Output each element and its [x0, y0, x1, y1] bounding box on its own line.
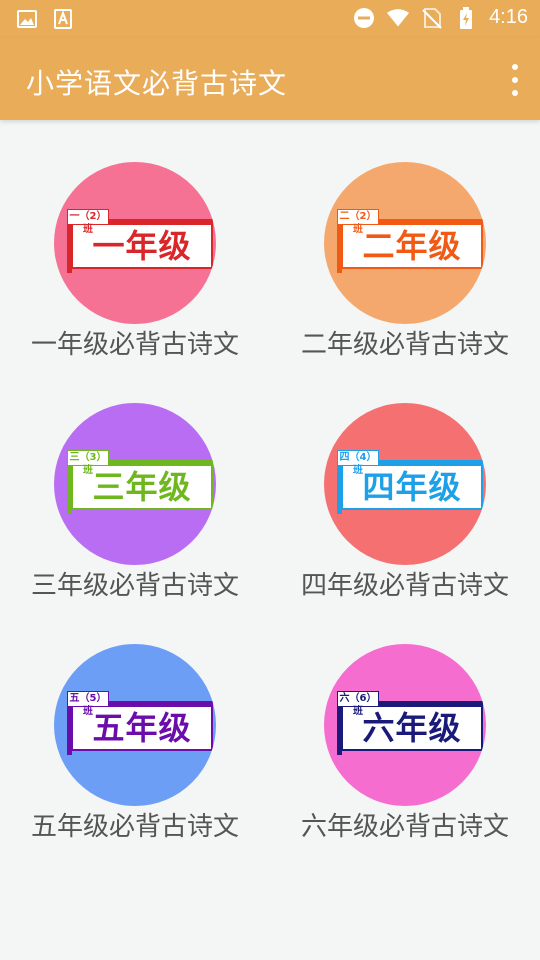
grade-label[interactable]: 四年级必背古诗文 [270, 565, 540, 602]
status-bar: 4:16 [0, 0, 540, 38]
grade-item[interactable]: 一（2）班 一年级 一年级必背古诗文 [0, 120, 270, 360]
grade-badge: 六（6）班 六年级 [337, 691, 485, 759]
grade-item[interactable]: 二（2）班 二年级 二年级必背古诗文 [270, 120, 540, 360]
grade-circle-icon[interactable]: 三（3）班 三年级 [54, 403, 216, 565]
grade-title: 二年级 [362, 227, 462, 265]
grade-title: 一年级 [92, 227, 192, 265]
grade-circle-icon[interactable]: 五（5）班 五年级 [54, 644, 216, 806]
grade-item[interactable]: 六（6）班 六年级 六年级必背古诗文 [270, 602, 540, 842]
grade-badge: 一（2）班 一年级 [67, 209, 215, 277]
grade-label[interactable]: 六年级必背古诗文 [270, 806, 540, 843]
more-vert-icon[interactable] [508, 64, 522, 96]
grade-label[interactable]: 五年级必背古诗文 [0, 806, 270, 843]
grade-circle-icon[interactable]: 六（6）班 六年级 [324, 644, 486, 806]
grade-badge: 三（3）班 三年级 [67, 450, 215, 518]
grade-label[interactable]: 二年级必背古诗文 [270, 324, 540, 361]
image-icon [16, 8, 38, 30]
wifi-icon [387, 7, 410, 29]
do-not-disturb-icon [353, 7, 375, 29]
grade-badge: 五（5）班 五年级 [67, 691, 215, 759]
grade-title: 四年级 [362, 468, 462, 506]
grade-item[interactable]: 三（3）班 三年级 三年级必背古诗文 [0, 361, 270, 601]
app-title: 小学语文必背古诗文 [26, 67, 288, 100]
grade-title: 五年级 [92, 709, 192, 747]
app-bar: 小学语文必背古诗文 [0, 38, 540, 120]
no-sim-icon [421, 7, 443, 29]
grade-label[interactable]: 三年级必背古诗文 [0, 565, 270, 602]
grade-item[interactable]: 四（4）班 四年级 四年级必背古诗文 [270, 361, 540, 601]
battery-icon [455, 6, 477, 29]
grade-circle-icon[interactable]: 一（2）班 一年级 [54, 162, 216, 324]
clock-time: 4:16 [489, 6, 528, 28]
grade-item[interactable]: 五（5）班 五年级 五年级必背古诗文 [0, 602, 270, 842]
grade-circle-icon[interactable]: 二（2）班 二年级 [324, 162, 486, 324]
grade-badge: 二（2）班 二年级 [337, 209, 485, 277]
grade-label[interactable]: 一年级必背古诗文 [0, 324, 270, 361]
grade-circle-icon[interactable]: 四（4）班 四年级 [324, 403, 486, 565]
text-icon [52, 8, 74, 30]
grade-title: 三年级 [92, 468, 192, 506]
grade-badge: 四（4）班 四年级 [337, 450, 485, 518]
grade-title: 六年级 [362, 709, 462, 747]
